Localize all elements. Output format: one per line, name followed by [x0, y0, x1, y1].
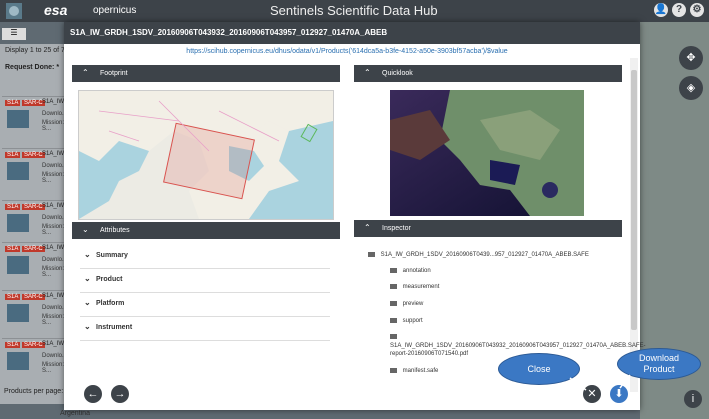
attribute-summary[interactable]: ⌄ Summary [80, 244, 330, 269]
list-item[interactable]: S1A SAR-C S1A_IW Downlo... Mission: S... [2, 200, 67, 241]
folder-icon [390, 268, 397, 273]
footprint-header[interactable]: ⌃ Footprint [72, 65, 340, 82]
chevron-down-icon: ⌄ [84, 322, 91, 331]
inspector-item-report[interactable] [390, 334, 401, 340]
folder-open-icon [368, 252, 375, 257]
products-per-page: Products per page: 25 [4, 388, 73, 395]
previous-product-button[interactable]: ← [84, 385, 102, 403]
folder-icon [390, 284, 397, 289]
list-item[interactable]: S1A SAR-C S1A_IW Downlo... Mission: S... [2, 290, 67, 331]
inspector-item-preview[interactable]: preview [390, 301, 423, 307]
list-item[interactable]: S1A SAR-C S1A_IW Downlo... Mission: S... [2, 96, 67, 137]
inspector-item-report-name-2[interactable]: report-20160906T071540.pdf [390, 351, 468, 357]
inspector-item-support[interactable]: support [390, 318, 423, 324]
quicklook-drawing [390, 90, 584, 216]
list-item[interactable]: S1A SAR-C S1A_IW Downlo... Mission: S... [2, 242, 67, 283]
chevron-up-icon: ⌃ [364, 68, 371, 77]
request-status: Request Done: * [5, 64, 60, 71]
inspector-item-measurement[interactable]: measurement [390, 284, 439, 290]
close-button[interactable]: ✕ [583, 385, 601, 403]
settings-icon[interactable]: ⚙ [690, 3, 704, 17]
file-icon [390, 334, 397, 339]
chevron-down-icon: ⌄ [82, 225, 89, 234]
product-details-modal: S1A_IW_GRDH_1SDV_20160906T043932_2016090… [64, 22, 646, 410]
app-header: esa opernicus Sentinels Scientific Data … [0, 0, 709, 22]
list-item[interactable]: S1A SAR-C S1A_IW Downlo... Mission: S... [2, 148, 67, 189]
chevron-up-icon: ⌃ [364, 223, 371, 232]
copernicus-logo: opernicus [93, 5, 137, 16]
file-icon [390, 368, 397, 373]
attribute-product[interactable]: ⌄ Product [80, 268, 330, 293]
layers-icon[interactable]: ◈ [679, 76, 703, 100]
list-menu-button[interactable]: ☰ [2, 28, 26, 40]
display-count: Display 1 to 25 of 7... [5, 47, 71, 54]
chevron-up-icon: ⌃ [82, 68, 89, 77]
product-thumbnail [7, 110, 29, 128]
list-item[interactable]: S1A SAR-C S1A_IW Downlo... Mission: S... [2, 338, 67, 379]
inspector-item-annotation[interactable]: annotation [390, 268, 431, 274]
product-thumbnail [7, 304, 29, 322]
product-thumbnail [7, 256, 29, 274]
modal-header: S1A_IW_GRDH_1SDV_20160906T043932_2016090… [64, 22, 640, 44]
product-url-link[interactable]: https://scihub.copernicus.eu/dhus/odata/… [64, 48, 630, 55]
folder-icon [390, 318, 397, 323]
download-callout: Download Product [617, 348, 701, 380]
inspector-item-report-name[interactable]: S1A_IW_GRDH_1SDV_20160906T043932_2016090… [390, 343, 646, 349]
quicklook-header[interactable]: ⌃ Quicklook [354, 65, 622, 82]
inspector-header[interactable]: ⌃ Inspector [354, 220, 622, 237]
quicklook-image[interactable] [390, 90, 584, 216]
modal-title: S1A_IW_GRDH_1SDV_20160906T043932_2016090… [70, 28, 388, 37]
next-product-button[interactable]: → [111, 385, 129, 403]
user-icon[interactable]: 👤 [654, 3, 668, 17]
close-callout: Close [498, 353, 580, 385]
attributes-header[interactable]: ⌄ Attributes [72, 222, 340, 239]
footprint-map-drawing [79, 91, 333, 219]
copernicus-logo-icon [6, 3, 22, 19]
footprint-map[interactable] [78, 90, 334, 220]
chevron-down-icon: ⌄ [84, 250, 91, 259]
folder-icon [390, 301, 397, 306]
product-thumbnail [7, 352, 29, 370]
info-icon[interactable]: i [684, 390, 702, 408]
product-thumbnail [7, 162, 29, 180]
inspector-root[interactable]: S1A_IW_GRDH_1SDV_20160906T0439...957_012… [368, 252, 589, 258]
modal-scrollbar[interactable] [630, 58, 638, 392]
chevron-down-icon: ⌄ [84, 274, 91, 283]
inspector-item-manifest[interactable]: manifest.safe [390, 368, 438, 374]
attribute-instrument[interactable]: ⌄ Instrument [80, 316, 330, 341]
app-title: Sentinels Scientific Data Hub [270, 3, 438, 18]
attribute-platform[interactable]: ⌄ Platform [80, 292, 330, 317]
scroll-thumb[interactable] [631, 70, 637, 330]
product-thumbnail [7, 214, 29, 232]
pan-icon[interactable]: ✥ [679, 46, 703, 70]
product-list: Display 1 to 25 of 7... Request Done: * … [0, 44, 71, 404]
map-label: Argentina [60, 410, 90, 417]
download-button[interactable]: ⬇ [610, 385, 628, 403]
chevron-down-icon: ⌄ [84, 298, 91, 307]
help-icon[interactable]: ? [672, 3, 686, 17]
esa-logo: esa [44, 2, 68, 18]
